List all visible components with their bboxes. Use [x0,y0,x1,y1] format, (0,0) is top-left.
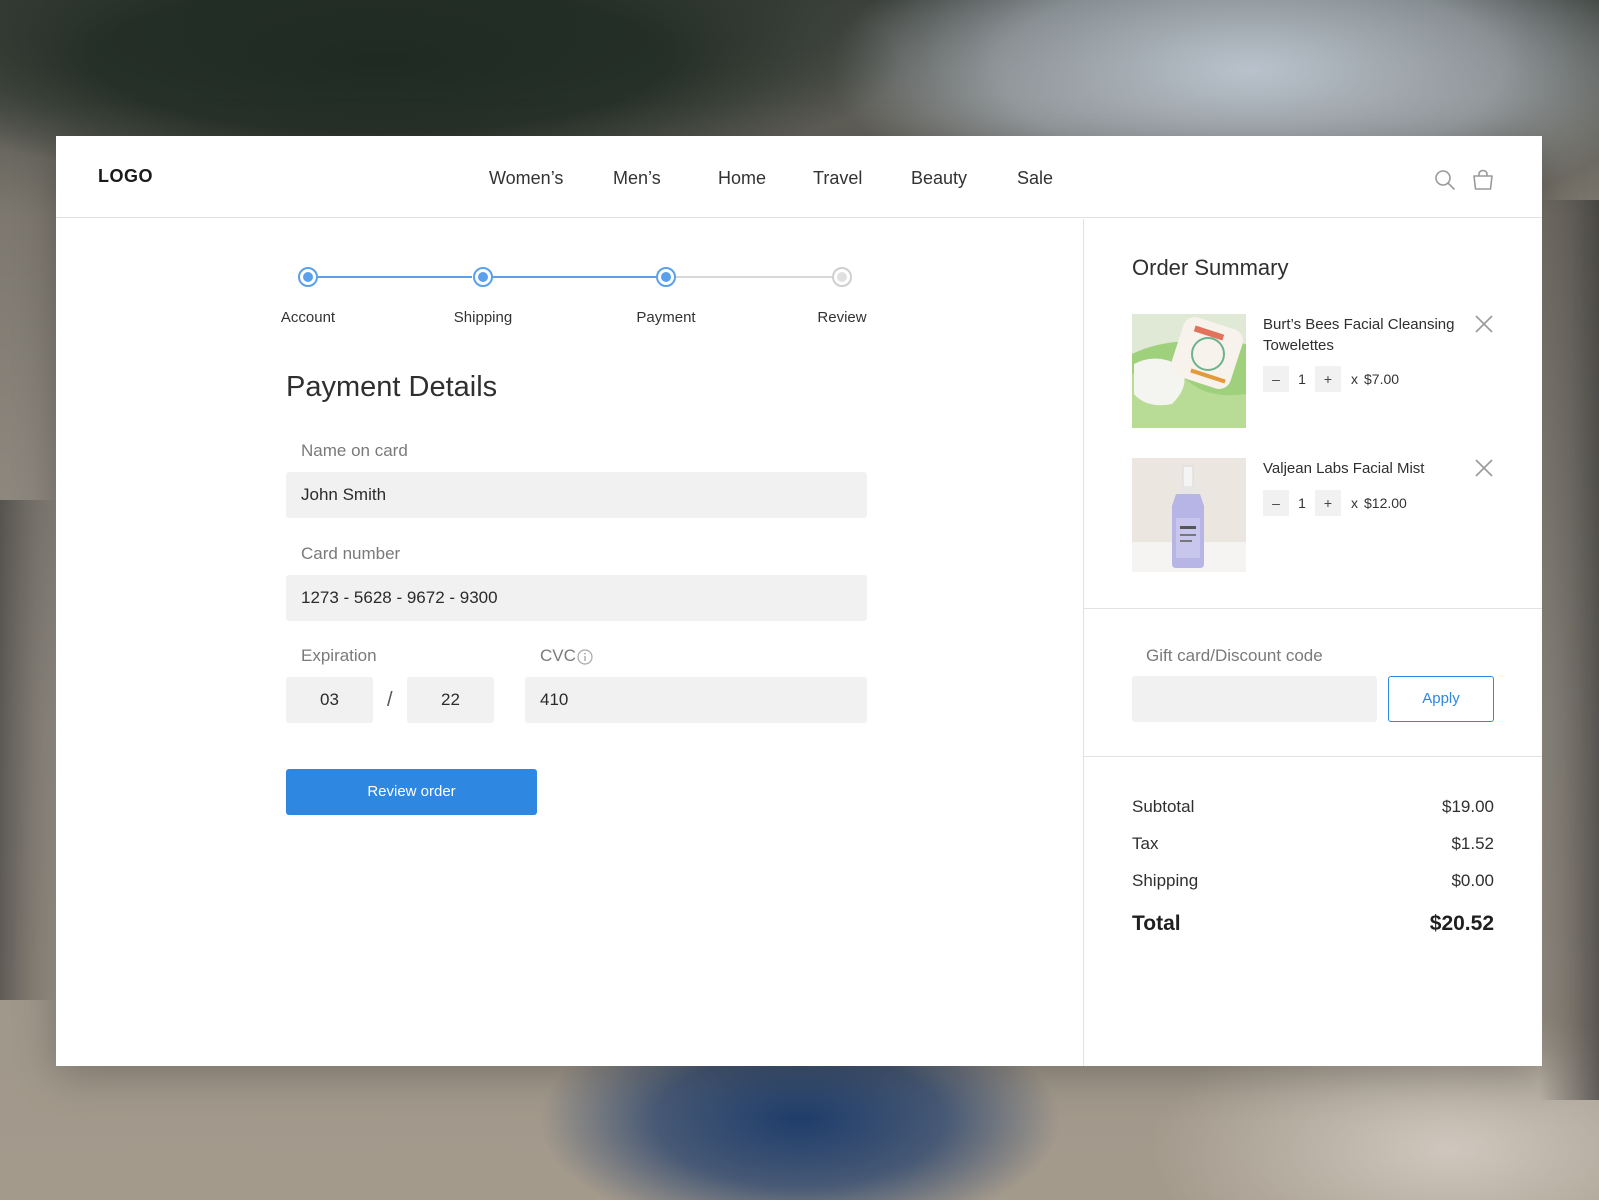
discount-code-label: Gift card/Discount code [1146,646,1323,665]
step-label-shipping[interactable]: Shipping [454,309,512,326]
site-logo[interactable]: LOGO [98,166,153,187]
checkout-stepper: Account Shipping Payment Review [281,263,886,343]
name-on-card-input[interactable]: John Smith [286,472,867,518]
cart-item: Burt’s Bees Facial Cleansing Towelettes … [1132,314,1494,428]
item-price: $7.00 [1364,371,1400,387]
background-shade-left [0,500,56,1000]
quantity-value: 1 [1298,371,1306,387]
apply-button[interactable]: Apply [1388,676,1494,722]
nav-item-home[interactable]: Home [718,168,766,189]
step-connector [674,276,832,278]
total-row: Total $20.52 [1132,912,1494,936]
subtotal-label: Subtotal [1132,797,1195,816]
header-icons [1434,169,1494,191]
close-icon[interactable] [1474,314,1494,334]
step-connector [490,276,656,278]
background-shade-right [1539,200,1599,1100]
shopping-bag-icon[interactable] [1472,169,1494,191]
step-dot-payment[interactable] [656,267,676,287]
subtotal-value: $19.00 [1442,797,1494,816]
increase-qty-button[interactable]: + [1315,366,1341,392]
product-image-towelettes[interactable] [1132,314,1246,428]
cart-item-name[interactable]: Valjean Labs Facial Mist [1263,458,1463,479]
step-dot-shipping[interactable] [473,267,493,287]
checkout-main: Account Shipping Payment Review Payment … [56,219,1083,1066]
times-sign: x [1351,495,1358,511]
cart-item-name[interactable]: Burt’s Bees Facial Cleansing Towelettes [1263,314,1463,356]
cvc-label: CVC [540,646,576,665]
item-price: $12.00 [1364,495,1407,511]
page-title: Payment Details [286,371,498,403]
shipping-value: $0.00 [1451,871,1494,890]
step-connector [314,276,472,278]
decrease-qty-button[interactable]: – [1263,366,1289,392]
step-label-review[interactable]: Review [817,309,866,326]
tax-row: Tax $1.52 [1132,834,1494,854]
expiration-separator: / [387,689,393,711]
search-icon[interactable] [1434,169,1456,191]
nav-item-sale[interactable]: Sale [1017,168,1053,189]
quantity-stepper: – 1 + x $7.00 [1263,366,1399,392]
shipping-label: Shipping [1132,871,1199,890]
nav-item-womens[interactable]: Women’s [489,168,563,189]
times-sign: x [1351,371,1358,387]
nav-item-mens[interactable]: Men’s [613,168,661,189]
card-number-label: Card number [301,544,401,563]
nav-item-travel[interactable]: Travel [813,168,862,189]
close-icon[interactable] [1474,458,1494,478]
shipping-row: Shipping $0.00 [1132,871,1494,891]
tax-value: $1.52 [1451,834,1494,853]
card-number-input[interactable]: 1273 - 5628 - 9672 - 9300 [286,575,867,621]
section-divider [1084,756,1542,757]
step-label-payment[interactable]: Payment [636,309,695,326]
quantity-stepper: – 1 + x $12.00 [1263,490,1407,516]
section-divider [1084,608,1542,609]
increase-qty-button[interactable]: + [1315,490,1341,516]
decrease-qty-button[interactable]: – [1263,490,1289,516]
name-on-card-label: Name on card [301,441,408,460]
subtotal-row: Subtotal $19.00 [1132,797,1494,817]
order-summary: Order Summary Burt’s Bees Facial Cleansi… [1084,219,1542,1066]
discount-code-input[interactable] [1132,676,1377,722]
expiration-year-input[interactable]: 22 [407,677,494,723]
order-summary-title: Order Summary [1132,255,1289,280]
site-header: LOGO Women’s Men’s Home Travel Beauty Sa… [56,136,1542,218]
tax-label: Tax [1132,834,1159,853]
info-icon[interactable] [577,649,593,665]
step-dot-review[interactable] [832,267,852,287]
nav-item-beauty[interactable]: Beauty [911,168,967,189]
quantity-value: 1 [1298,495,1306,511]
total-label: Total [1132,912,1181,935]
step-dot-account[interactable] [298,267,318,287]
review-order-button[interactable]: Review order [286,769,537,815]
cvc-input[interactable]: 410 [525,677,867,723]
expiration-month-input[interactable]: 03 [286,677,373,723]
cart-item: Valjean Labs Facial Mist – 1 + x $12.00 [1132,458,1494,572]
step-label-account[interactable]: Account [281,309,335,326]
expiration-label: Expiration [301,646,377,665]
checkout-window: LOGO Women’s Men’s Home Travel Beauty Sa… [56,136,1542,1066]
total-value: $20.52 [1429,912,1494,935]
product-image-facial-mist[interactable] [1132,458,1246,572]
